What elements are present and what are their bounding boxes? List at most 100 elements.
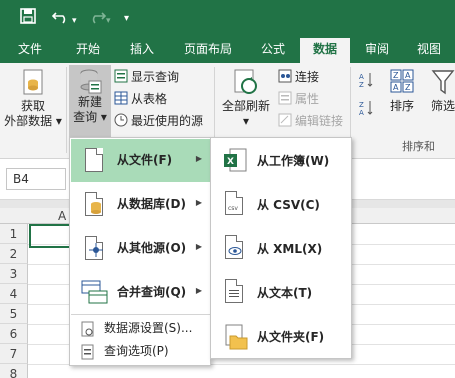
menu-item-from-other-sources-label: 从其他源(O) xyxy=(117,241,187,255)
undo-dropdown-icon[interactable]: ▾ xyxy=(72,12,77,30)
menu-item-from-file[interactable]: 从文件(F) ▶ xyxy=(71,139,210,182)
svg-text:A: A xyxy=(359,73,364,81)
menu-item-combine-queries[interactable]: 合并查询(Q) ▶ xyxy=(71,271,210,314)
tab-page-layout[interactable]: 页面布局 xyxy=(170,38,246,63)
connections-label: 连接 xyxy=(295,70,320,84)
tab-file[interactable]: 文件 xyxy=(4,38,56,63)
svg-text:Z: Z xyxy=(405,83,411,92)
xml-file-icon xyxy=(225,235,243,259)
redo-dropdown-icon: ▾ xyxy=(106,16,111,26)
properties-icon xyxy=(278,91,292,105)
menu-item-from-other-sources[interactable]: 从其他源(O) ▶ xyxy=(71,227,210,270)
svg-text:A: A xyxy=(405,71,411,80)
submenu-item-from-csv[interactable]: csv 从 CSV(C) xyxy=(212,183,351,227)
new-query-line2: 查询 ▾ xyxy=(73,110,107,124)
database-icon xyxy=(85,192,103,216)
query-options-icon xyxy=(81,344,95,364)
row-header-2[interactable]: 2 xyxy=(0,244,28,264)
quick-access-toolbar: ▾ ▾ ▾ xyxy=(0,0,455,38)
tab-data[interactable]: 数据 xyxy=(300,38,350,63)
refresh-all-line2: ▾ xyxy=(242,114,250,128)
submenu-arrow-icon: ▶ xyxy=(195,198,202,207)
svg-text:X: X xyxy=(227,157,234,167)
row-header-6[interactable]: 6 xyxy=(0,324,28,344)
text-file-icon xyxy=(225,279,243,303)
properties-button: 属性 xyxy=(278,91,319,107)
customize-qat-icon[interactable]: ▾ xyxy=(124,10,129,28)
combine-queries-icon xyxy=(81,279,109,309)
other-sources-icon xyxy=(85,236,103,260)
ribbon-separator xyxy=(66,67,67,153)
row-header-1[interactable]: 1 xyxy=(0,224,28,244)
new-query-button[interactable]: 新建 查询 ▾ xyxy=(69,65,111,137)
new-query-icon xyxy=(69,65,111,95)
menu-item-query-options[interactable]: 查询选项(P) xyxy=(71,341,210,363)
submenu-item-from-workbook[interactable]: X 从工作簿(W) xyxy=(212,139,351,183)
column-header-a[interactable]: A xyxy=(58,208,66,224)
menu-item-from-database[interactable]: 从数据库(D) ▶ xyxy=(71,183,210,226)
csv-tag-icon: csv xyxy=(228,205,238,212)
tab-home[interactable]: 开始 xyxy=(60,38,116,63)
csv-file-icon: csv xyxy=(225,191,243,215)
row-header-7[interactable]: 7 xyxy=(0,344,28,364)
menu-item-data-source-settings-label: 数据源设置(S)... xyxy=(104,321,193,335)
submenu-item-from-folder[interactable]: 从文件夹(F) xyxy=(212,315,351,359)
get-external-data-line1: 获取 xyxy=(20,99,45,113)
sort-button[interactable]: ZAAZ 排序 xyxy=(384,67,420,114)
submenu-item-from-workbook-label: 从工作簿(W) xyxy=(257,154,330,168)
external-data-icon xyxy=(2,67,64,99)
submenu-arrow-icon: ▶ xyxy=(195,286,202,295)
svg-text:Z: Z xyxy=(393,71,399,80)
submenu-item-from-text[interactable]: 从文本(T) xyxy=(212,271,351,315)
submenu-item-from-xml-label: 从 XML(X) xyxy=(257,242,323,256)
folder-icon xyxy=(222,323,248,355)
filter-button[interactable]: 筛选 xyxy=(426,67,455,114)
data-source-settings-icon xyxy=(81,321,95,341)
filter-label: 筛选 xyxy=(430,99,455,113)
menu-item-query-options-label: 查询选项(P) xyxy=(104,344,169,358)
menu-separator xyxy=(71,314,210,315)
row-header-5[interactable]: 5 xyxy=(0,304,28,324)
get-external-data-line2: 外部数据 ▾ xyxy=(4,114,62,128)
edit-links-icon xyxy=(278,113,292,127)
from-table-button[interactable]: 从表格 xyxy=(114,91,167,107)
edit-links-button: 编辑链接 xyxy=(278,113,343,129)
submenu-arrow-icon: ▶ xyxy=(195,154,202,163)
edit-links-label: 编辑链接 xyxy=(295,114,344,128)
sort-label: 排序 xyxy=(389,99,414,113)
svg-text:A: A xyxy=(359,109,364,117)
connections-icon xyxy=(278,69,292,83)
recent-sources-button[interactable]: 最近使用的源 xyxy=(114,113,203,129)
from-file-submenu: X 从工作簿(W) csv 从 CSV(C) 从 XML(X) 从文本(T) 从… xyxy=(210,137,352,359)
redo-icon xyxy=(88,8,107,28)
save-icon[interactable] xyxy=(20,8,36,28)
refresh-all-icon xyxy=(218,67,274,99)
undo-icon[interactable] xyxy=(51,8,70,28)
sort-az-icon[interactable]: AZ xyxy=(358,71,374,93)
show-queries-label: 显示查询 xyxy=(131,70,180,84)
submenu-item-from-xml[interactable]: 从 XML(X) xyxy=(212,227,351,271)
sort-za-icon[interactable]: ZA xyxy=(358,99,374,121)
tab-review[interactable]: 审阅 xyxy=(352,38,402,63)
from-table-label: 从表格 xyxy=(131,92,168,106)
new-query-menu: 从文件(F) ▶ 从数据库(D) ▶ 从其他源(O) ▶ 合并查询(Q) ▶ 数… xyxy=(69,137,211,366)
row-header-4[interactable]: 4 xyxy=(0,284,28,304)
sort-filter-group-caption: 排序和 xyxy=(402,140,435,153)
menu-item-data-source-settings[interactable]: 数据源设置(S)... xyxy=(71,318,210,340)
tab-formulas[interactable]: 公式 xyxy=(248,38,298,63)
connections-button[interactable]: 连接 xyxy=(278,69,319,85)
svg-text:Z: Z xyxy=(359,81,364,89)
row-header-8[interactable]: 8 xyxy=(0,364,28,378)
show-queries-button[interactable]: 显示查询 xyxy=(114,69,179,85)
refresh-all-button[interactable]: 全部刷新 ▾ xyxy=(218,67,274,129)
menu-item-combine-queries-label: 合并查询(Q) xyxy=(117,285,187,299)
ribbon-tabs: 文件 开始 插入 页面布局 公式 数据 审阅 视图 xyxy=(0,38,455,63)
tab-insert[interactable]: 插入 xyxy=(118,38,166,63)
file-icon xyxy=(85,148,103,172)
recent-sources-label: 最近使用的源 xyxy=(131,114,204,128)
menu-item-from-file-label: 从文件(F) xyxy=(117,153,173,167)
tab-view[interactable]: 视图 xyxy=(404,38,454,63)
row-header-3[interactable]: 3 xyxy=(0,264,28,284)
get-external-data-button[interactable]: 获取 外部数据 ▾ xyxy=(2,67,64,129)
name-box[interactable]: B4 xyxy=(6,168,66,190)
